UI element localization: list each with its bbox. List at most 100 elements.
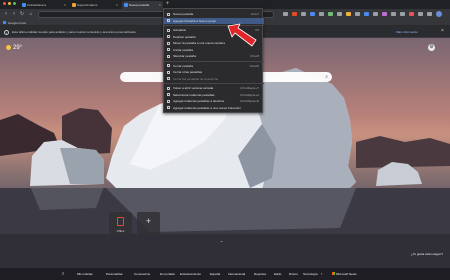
nav-item-entretenimiento[interactable]: Entretenimiento	[180, 272, 201, 276]
menu-item-icon	[167, 93, 170, 97]
nav-item-coronavirus[interactable]: Coronavirus	[134, 272, 150, 276]
menu-item-icon	[167, 28, 170, 32]
tab-favicon-icon	[124, 3, 128, 7]
weather-widget[interactable]: 29°	[6, 44, 32, 52]
menu-item-icon	[167, 48, 170, 52]
menu-item-label: Agregar Pestaña a Nuevo grupo	[173, 18, 217, 23]
extension-icon[interactable]	[346, 12, 351, 16]
extension-icon[interactable]	[319, 12, 324, 16]
search-icon[interactable]: ⌕	[325, 74, 328, 80]
close-tab-icon[interactable]: ×	[64, 1, 66, 9]
nav-item-mis-noticias[interactable]: Mis noticias	[77, 272, 93, 276]
quick-link-label: Office	[116, 229, 125, 233]
extension-icon[interactable]	[355, 12, 360, 16]
collections-icon[interactable]	[427, 12, 432, 16]
menu-item-icon	[167, 106, 170, 110]
close-tab-icon[interactable]: ×	[116, 1, 118, 9]
menu-item-label: Mover la pestaña a una nueva ventana	[173, 41, 225, 45]
menu-item-label: Cerrar otras pestañas	[173, 70, 203, 74]
extension-icon[interactable]	[409, 12, 414, 16]
tab-title: Cololavitavera	[27, 3, 47, 7]
more-info-link[interactable]: Más información	[396, 30, 418, 34]
menu-item-label: Anclar pestaña	[173, 47, 194, 52]
tab-1[interactable]: Supportmakers ×	[70, 1, 120, 9]
menu-separator	[164, 60, 264, 61]
menu-item[interactable]: Agregar todas las pestañas a una nueva C…	[164, 105, 264, 112]
nav-item-estilo[interactable]: Estilo	[274, 272, 281, 276]
tab-title: Nueva pestaña	[129, 3, 150, 7]
extension-icon[interactable]	[373, 12, 378, 16]
menu-item[interactable]: Silenciar pestaña Ctrl+M	[164, 53, 264, 60]
nav-item-internacional[interactable]: Internacional	[228, 272, 245, 276]
extension-icon[interactable]	[328, 12, 333, 16]
temperature: 29°	[13, 45, 23, 51]
bookmark-label: Google Fotos	[8, 20, 27, 25]
tab-2[interactable]: Nueva pestaña ×	[122, 1, 163, 9]
red-arrow-annotation	[227, 23, 257, 47]
menu-item-icon	[167, 54, 170, 58]
nav-item-espana[interactable]: España	[210, 272, 220, 276]
menu-item-icon	[167, 35, 170, 39]
menu-item-icon	[167, 70, 170, 74]
chevron-right-icon[interactable]: ›	[321, 271, 322, 276]
browser-window: Cololavitavera × Supportmakers × Nueva p…	[0, 0, 450, 280]
menu-item-label: Actualizar	[173, 28, 187, 32]
gear-icon[interactable]: ⚙	[428, 44, 435, 51]
menu-item-label: Nueva pestaña	[173, 12, 194, 16]
menu-item: Cerrar las pestañas de la derecha	[164, 76, 264, 83]
menu-item-shortcut: Ctrl+M	[250, 54, 259, 58]
close-window-button[interactable]	[3, 2, 6, 5]
home-icon[interactable]: ⌂	[28, 11, 34, 17]
menu-item-label: Cerrar pestaña	[173, 63, 194, 68]
menu-item-icon	[167, 12, 170, 16]
profile-avatar[interactable]	[436, 11, 442, 17]
menu-item-label: Cerrar las pestañas de la derecha	[173, 76, 219, 81]
sun-icon	[6, 44, 11, 50]
menu-icon[interactable]: ≡	[62, 271, 64, 276]
image-feedback-link[interactable]: ¿Te gusta esta imagen?	[411, 252, 443, 256]
office-icon	[117, 217, 124, 226]
nav-item-deportes[interactable]: Deportes	[254, 272, 266, 276]
forward-icon[interactable]: ›	[11, 11, 17, 17]
nav-item-dinero[interactable]: Dinero	[289, 272, 298, 276]
chevron-down-icon[interactable]: ⌄	[220, 238, 223, 243]
menu-item-icon	[167, 41, 170, 45]
extension-icon[interactable]	[301, 12, 306, 16]
info-icon: i	[4, 29, 9, 35]
menu-item-icon	[167, 64, 170, 68]
nav-item-personalizar[interactable]: Personalizar	[106, 272, 123, 276]
extension-icon[interactable]	[391, 12, 396, 16]
extension-icon[interactable]	[283, 12, 288, 16]
minimize-window-button[interactable]	[8, 2, 11, 5]
extension-icon[interactable]	[400, 12, 405, 16]
powered-by-microsoft-news: Microsoft News	[332, 271, 357, 276]
back-icon[interactable]: ‹	[3, 11, 9, 17]
tab-favicon-icon	[22, 3, 26, 7]
extension-icon[interactable]	[364, 12, 369, 16]
bookmark-google-fotos[interactable]: Google Fotos	[3, 21, 26, 25]
quick-link-office[interactable]: Office	[109, 212, 132, 235]
close-icon[interactable]: ×	[441, 28, 444, 34]
menu-item-icon	[167, 19, 170, 23]
extension-icon[interactable]	[310, 12, 315, 16]
new-tab-button[interactable]: +	[164, 1, 171, 8]
extension-icon[interactable]	[337, 12, 342, 16]
extension-icon[interactable]	[382, 12, 387, 16]
favorites-icon[interactable]	[418, 12, 423, 16]
tab-0[interactable]: Cololavitavera ×	[20, 1, 68, 9]
nav-item-en-portada[interactable]: En portada	[160, 272, 175, 276]
add-quick-link-button[interactable]: +	[137, 212, 160, 235]
reload-icon[interactable]: ↻	[19, 11, 25, 17]
close-tab-icon[interactable]: ×	[159, 1, 161, 9]
extension-icon[interactable]	[292, 12, 297, 16]
maximize-window-button[interactable]	[13, 2, 16, 5]
infobar-text: Esta última calidad cuando para análisis…	[12, 29, 136, 34]
nav-item-tecnologia[interactable]: Tecnología	[303, 272, 318, 276]
microsoft-logo-icon	[332, 271, 335, 275]
menu-separator	[164, 83, 264, 84]
menu-item-icon	[167, 86, 170, 90]
menu-item-icon	[167, 77, 170, 81]
menu-item-icon	[167, 99, 170, 103]
menu-item-label: Agregar todas las pestañas a favoritos	[173, 99, 225, 103]
tab-favicon-icon	[72, 3, 76, 7]
